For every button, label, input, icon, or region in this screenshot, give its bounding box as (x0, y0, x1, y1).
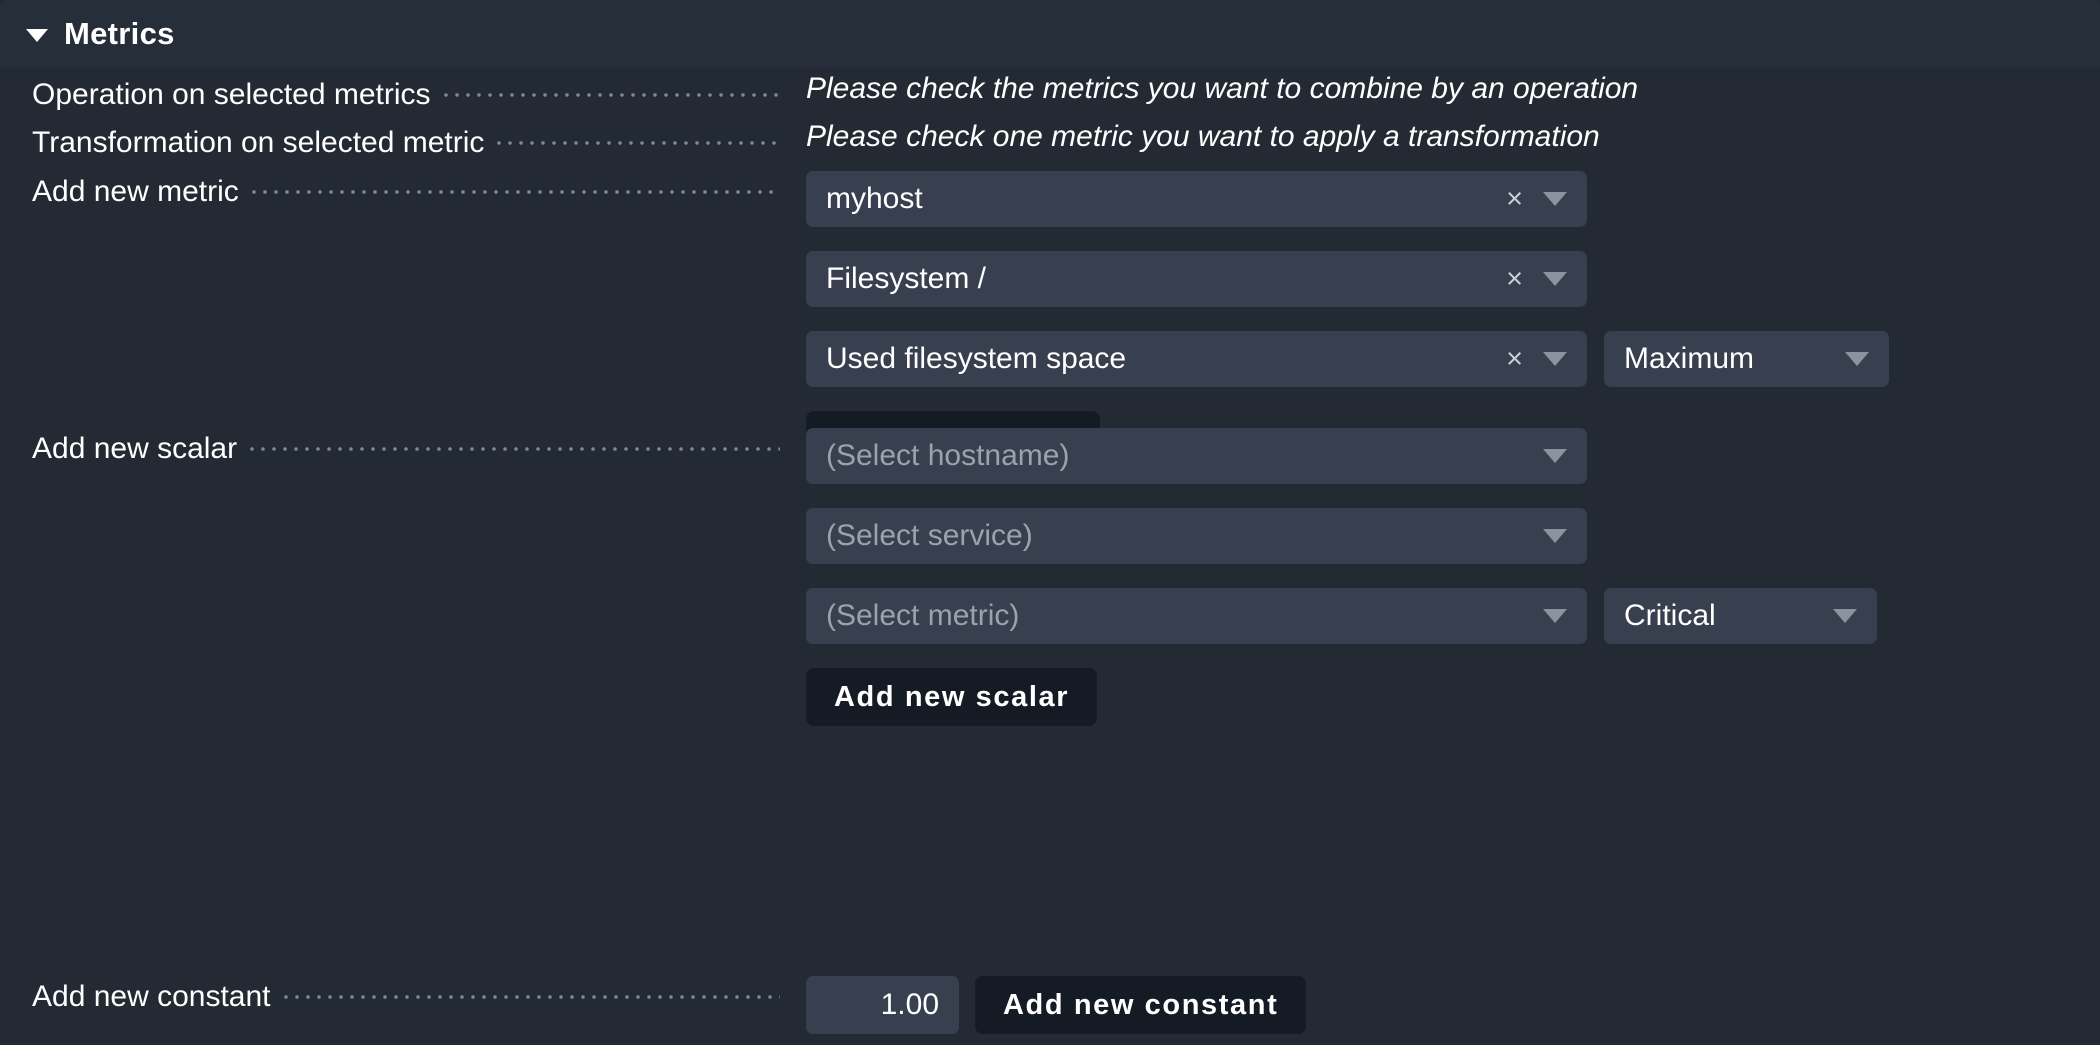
chevron-down-icon[interactable] (1833, 609, 1857, 623)
metric-consolidation-value: Maximum (1624, 344, 1845, 374)
label-text: Transformation on selected metric (32, 126, 484, 160)
scalar-hostname-placeholder: (Select hostname) (826, 441, 1543, 471)
metric-metric-value: Used filesystem space (826, 344, 1506, 374)
chevron-down-icon[interactable] (1845, 352, 1869, 366)
metric-hostname-value: myhost (826, 184, 1506, 214)
operation-hint-text: Please check the metrics you want to com… (806, 74, 2100, 104)
chevron-down-icon[interactable] (1543, 272, 1567, 286)
label-text: Add new scalar (32, 432, 237, 466)
chevron-down-icon[interactable] (1543, 192, 1567, 206)
row-operation-on-selected-metrics: Operation on selected metrics Please che… (0, 74, 2100, 112)
label-text: Operation on selected metrics (32, 78, 431, 112)
label-text: Add new constant (32, 980, 271, 1014)
metric-service-value: Filesystem / (826, 264, 1506, 294)
scalar-service-select[interactable]: (Select service) (806, 508, 1587, 564)
dot-leader (497, 122, 780, 152)
transformation-hint-text: Please check one metric you want to appl… (806, 122, 2100, 152)
add-new-constant-button[interactable]: Add new constant (975, 976, 1306, 1034)
add-new-scalar-button[interactable]: Add new scalar (806, 668, 1097, 726)
dot-leader (250, 428, 780, 458)
label-transformation-on-selected-metric: Transformation on selected metric (0, 122, 806, 160)
dot-leader (284, 976, 781, 1006)
metric-select-row: Used filesystem space × Maximum (806, 331, 2100, 411)
scalar-hostname-select[interactable]: (Select hostname) (806, 428, 1587, 484)
metric-metric-select[interactable]: Used filesystem space × (806, 331, 1587, 387)
metrics-section-header[interactable]: Metrics (0, 0, 2100, 68)
chevron-down-icon[interactable] (1543, 352, 1567, 366)
label-add-new-constant: Add new constant (0, 976, 806, 1014)
metric-consolidation-select[interactable]: Maximum (1604, 331, 1889, 387)
value-transformation-on-selected-metric: Please check one metric you want to appl… (806, 122, 2100, 152)
constant-value-input[interactable] (806, 976, 959, 1034)
metric-hostname-select[interactable]: myhost × (806, 171, 1587, 227)
value-operation-on-selected-metrics: Please check the metrics you want to com… (806, 74, 2100, 104)
value-add-new-constant: Add new constant (806, 976, 2100, 1034)
metrics-panel: Metrics Operation on selected metrics Pl… (0, 0, 2100, 1045)
chevron-down-icon[interactable] (1543, 609, 1567, 623)
row-add-new-scalar: Add new scalar (Select hostname) (Select… (0, 428, 2100, 726)
close-icon[interactable]: × (1506, 345, 1523, 374)
page-title: Metrics (64, 16, 175, 52)
value-add-new-metric: myhost × Filesystem / × Used filesystem … (806, 171, 2100, 469)
scalar-level-value: Critical (1624, 601, 1833, 631)
close-icon[interactable]: × (1506, 265, 1523, 294)
scalar-metric-select[interactable]: (Select metric) (806, 588, 1587, 644)
label-add-new-scalar: Add new scalar (0, 428, 806, 466)
scalar-service-placeholder: (Select service) (826, 521, 1543, 551)
chevron-down-icon[interactable] (1543, 449, 1567, 463)
label-text: Add new metric (32, 175, 239, 209)
label-operation-on-selected-metrics: Operation on selected metrics (0, 74, 806, 112)
scalar-level-select[interactable]: Critical (1604, 588, 1877, 644)
label-add-new-metric: Add new metric (0, 171, 806, 209)
close-icon[interactable]: × (1506, 185, 1523, 214)
caret-down-icon[interactable] (26, 29, 48, 42)
scalar-metric-placeholder: (Select metric) (826, 601, 1543, 631)
row-add-new-constant: Add new constant Add new constant (0, 976, 2100, 1034)
row-transformation-on-selected-metric: Transformation on selected metric Please… (0, 122, 2100, 160)
chevron-down-icon[interactable] (1543, 529, 1567, 543)
dot-leader (444, 74, 780, 104)
metric-service-select[interactable]: Filesystem / × (806, 251, 1587, 307)
dot-leader (252, 171, 780, 201)
scalar-select-row: (Select metric) Critical (806, 588, 2100, 668)
value-add-new-scalar: (Select hostname) (Select service) (Sele… (806, 428, 2100, 726)
row-add-new-metric: Add new metric myhost × Filesystem / × (0, 171, 2100, 469)
